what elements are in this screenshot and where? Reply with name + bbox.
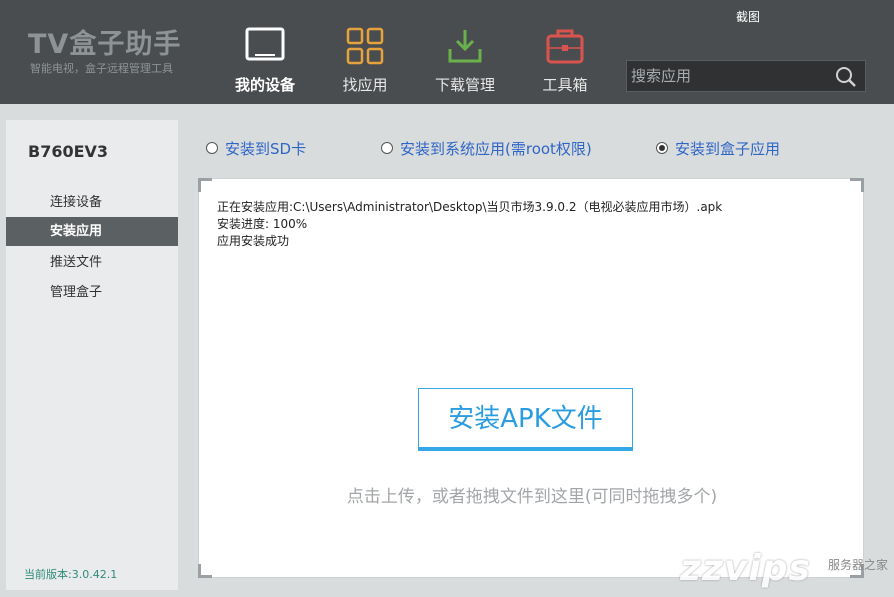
nav-label: 我的设备 <box>234 76 295 94</box>
nav-label: 找应用 <box>342 76 388 94</box>
logo-title: TV盒子助手 <box>28 29 182 60</box>
tv-icon <box>245 26 285 66</box>
nav-toolbox[interactable]: 工具箱 <box>520 26 610 96</box>
sidebar: B760EV3 连接设备 安装应用 推送文件 管理盒子 当前版本:3.0.42.… <box>6 120 178 590</box>
search-input[interactable] <box>631 61 831 91</box>
drop-hint: 点击上传，或者拖拽文件到这里(可同时拖拽多个) <box>346 487 718 507</box>
install-log-progress: 安装进度: 100% <box>217 217 308 231</box>
download-icon <box>445 26 485 66</box>
nav-my-devices[interactable]: 我的设备 <box>220 26 310 96</box>
sidebar-item-install-app[interactable]: 安装应用 <box>6 217 178 246</box>
screenshot-button[interactable]: 截图 <box>736 8 760 25</box>
sidebar-item-manage-box[interactable]: 管理盒子 <box>6 278 178 307</box>
nav-download-manager[interactable]: 下载管理 <box>420 26 510 96</box>
radio-label: 安装到盒子应用 <box>675 139 781 158</box>
radio-unchecked-icon <box>381 142 393 154</box>
sidebar-item-connect-device[interactable]: 连接设备 <box>6 188 178 217</box>
install-log-status: 应用安装成功 <box>217 234 290 248</box>
logo-subtitle: 智能电视，盒子远程管理工具 <box>30 62 173 75</box>
radio-unchecked-icon <box>206 142 218 154</box>
corner-mark <box>198 178 212 192</box>
sidebar-item-push-file[interactable]: 推送文件 <box>6 248 178 277</box>
search-box <box>626 60 866 92</box>
radio-install-system-app[interactable]: 安装到系统应用(需root权限) <box>381 138 592 158</box>
radio-install-sd-card[interactable]: 安装到SD卡 <box>206 138 306 158</box>
top-header: TV盒子助手 智能电视，盒子远程管理工具 我的设备 找应用 下载管理 工具箱 截… <box>0 0 894 104</box>
watermark-logo: zzvips <box>680 548 811 589</box>
radio-label: 安装到SD卡 <box>225 139 307 158</box>
drop-zone-panel[interactable]: 正在安装应用:C:\Users\Administrator\Desktop\当贝… <box>198 178 864 578</box>
device-name: B760EV3 <box>28 142 109 161</box>
radio-label: 安装到系统应用(需root权限) <box>400 139 592 158</box>
install-apk-button[interactable]: 安装APK文件 <box>418 388 633 451</box>
nav-find-apps[interactable]: 找应用 <box>320 26 410 96</box>
install-log-path: 正在安装应用:C:\Users\Administrator\Desktop\当贝… <box>217 200 723 214</box>
radio-install-box-app[interactable]: 安装到盒子应用 <box>656 138 780 158</box>
corner-mark <box>198 564 212 578</box>
search-icon[interactable] <box>835 66 857 88</box>
toolbox-icon <box>545 26 585 66</box>
watermark-sub: 服务器之家 <box>828 558 889 572</box>
corner-mark <box>850 178 864 192</box>
radio-checked-icon <box>656 142 668 154</box>
nav-label: 下载管理 <box>434 76 495 94</box>
nav-label: 工具箱 <box>542 76 588 94</box>
version-label: 当前版本:3.0.42.1 <box>24 568 118 581</box>
grid-icon <box>345 26 385 66</box>
